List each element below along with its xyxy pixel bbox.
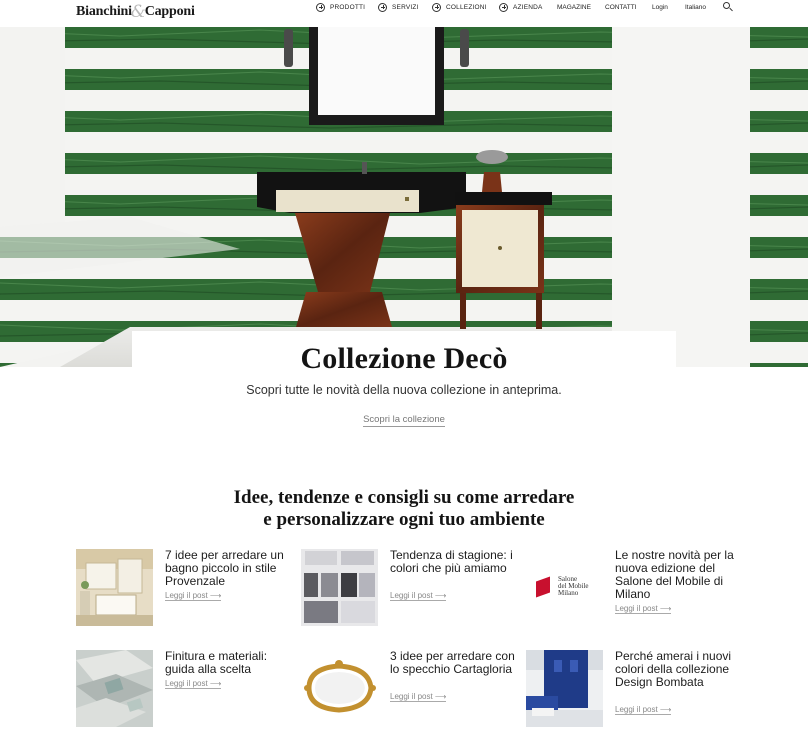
nav-label: SERVIZI	[392, 3, 419, 11]
read-post-label: Leggi il post ⟶	[615, 604, 672, 614]
post-title[interactable]: 3 idee per arredare con lo specchio Cart…	[390, 650, 520, 676]
read-post-link[interactable]: Leggi il post ⟶	[615, 705, 672, 715]
brand-name-left: Bianchini	[76, 4, 132, 19]
nav-label: COLLEZIONI	[446, 3, 487, 11]
post-thumbnail[interactable]	[526, 650, 603, 727]
salone-logo: Salone del Mobile Milano	[536, 576, 596, 602]
post-title[interactable]: Tendenza di stagione: i colori che più a…	[390, 549, 520, 575]
nav-label: AZIENDA	[513, 3, 543, 11]
hero-card: Collezione Decò Scopri tutte le novità d…	[132, 331, 676, 437]
nav-item-login[interactable]: Login	[652, 4, 685, 11]
read-post-link[interactable]: Leggi il post ⟶	[390, 692, 447, 702]
site-header: Bianchini&Capponi PRODOTTI SERVIZI COLLE…	[0, 0, 808, 27]
post-card[interactable]: 3 idee per arredare con lo specchio Cart…	[301, 650, 521, 730]
read-post-label: Leggi il post ⟶	[390, 591, 447, 601]
read-post-label: Leggi il post ⟶	[390, 692, 447, 702]
read-post-link[interactable]: Leggi il post ⟶	[390, 591, 447, 601]
post-card[interactable]: Finitura e materiali: guida alla scelta …	[76, 650, 296, 730]
hero-title: Collezione Decò	[300, 342, 508, 375]
read-post-link[interactable]: Leggi il post ⟶	[165, 679, 222, 689]
plus-circle-icon	[378, 2, 387, 12]
post-title[interactable]: 7 idee per arredare un bagno piccolo in …	[165, 549, 295, 588]
section-heading-line1: Idee, tendenze e consigli su come arreda…	[233, 487, 575, 508]
nav-item-prodotti[interactable]: PRODOTTI	[316, 2, 378, 12]
language-selector[interactable]: Italiano	[685, 4, 715, 11]
hero-subtitle: Scopri tutte le novità della nuova colle…	[246, 383, 562, 397]
hero-slider: ‹ ›	[0, 27, 808, 367]
nav-item-servizi[interactable]: SERVIZI	[378, 2, 432, 12]
post-title[interactable]: Le nostre novità per la nuova edizione d…	[615, 549, 745, 601]
post-card[interactable]: Tendenza di stagione: i colori che più a…	[301, 549, 521, 629]
post-thumbnail[interactable]: Salone del Mobile Milano	[526, 549, 603, 626]
post-thumbnail[interactable]	[76, 650, 153, 727]
salone-logo-line3: Milano	[558, 589, 579, 597]
nav-item-azienda[interactable]: AZIENDA	[499, 2, 557, 12]
brand-name-right: Capponi	[144, 4, 195, 19]
post-card[interactable]: 7 idee per arredare un bagno piccolo in …	[76, 549, 296, 629]
post-title[interactable]: Perché amerai i nuovi colori della colle…	[615, 650, 745, 689]
section-heading: Idee, tendenze e consigli su come arreda…	[0, 487, 808, 531]
nav-item-magazine[interactable]: MAGAZINE	[557, 4, 605, 11]
post-card[interactable]: Perché amerai i nuovi colori della colle…	[526, 650, 746, 730]
read-post-label: Leggi il post ⟶	[165, 679, 222, 689]
post-card[interactable]: Salone del Mobile Milano Le nostre novit…	[526, 549, 746, 629]
hero-image	[0, 27, 808, 367]
nav-label: PRODOTTI	[330, 3, 366, 11]
brand-ampersand: &	[130, 2, 146, 22]
brand-logo[interactable]: Bianchini&Capponi	[76, 0, 195, 22]
post-thumbnail[interactable]	[301, 549, 378, 626]
hero-cta-link[interactable]: Scopri la collezione	[132, 414, 676, 427]
post-title[interactable]: Finitura e materiali: guida alla scelta	[165, 650, 295, 676]
plus-circle-icon	[432, 2, 441, 12]
search-icon[interactable]	[723, 2, 733, 12]
plus-circle-icon	[316, 2, 325, 12]
nav-item-contatti[interactable]: CONTATTI	[605, 4, 652, 11]
read-post-label: Leggi il post ⟶	[615, 705, 672, 715]
post-thumbnail[interactable]	[301, 650, 378, 727]
section-heading-line2: e personalizzare ogni tuo ambiente	[263, 509, 545, 530]
post-thumbnail[interactable]	[76, 549, 153, 626]
read-post-label: Leggi il post ⟶	[165, 591, 222, 601]
hero-cta-label: Scopri la collezione	[363, 414, 445, 427]
main-nav: PRODOTTI SERVIZI COLLEZIONI AZIENDA MAGA…	[316, 0, 715, 14]
read-post-link[interactable]: Leggi il post ⟶	[165, 591, 222, 601]
nav-item-collezioni[interactable]: COLLEZIONI	[432, 2, 499, 12]
plus-circle-icon	[499, 2, 508, 12]
read-post-link[interactable]: Leggi il post ⟶	[615, 604, 672, 614]
